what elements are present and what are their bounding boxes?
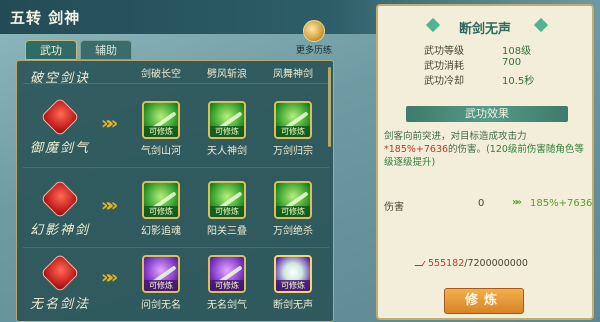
school-name: 御魔剑气 [29, 141, 90, 156]
school-row-2[interactable]: 幻影神剑 [25, 179, 95, 238]
stat-key: 武功等级 [424, 46, 464, 57]
skill-label: 凤舞神剑 [273, 69, 313, 80]
damage-current: 0 [478, 198, 485, 209]
training-cost: 555182/7200000000 [414, 258, 576, 269]
skill-icon: 可修炼 [208, 255, 246, 293]
skill-label: 剑破长空 [141, 69, 181, 80]
stat-row: 武功等级 108级 [424, 42, 554, 57]
stat-value: 108级 [502, 46, 532, 57]
skill-top-1[interactable]: 劈风斩浪 [197, 61, 257, 80]
double-chevron-icon: »» [101, 113, 118, 134]
desc-text: 剑客向前突进，对目标造成攻击力 [384, 131, 527, 142]
trainable-tag: 可修炼 [210, 280, 244, 291]
page-title: 五转 剑神 [10, 9, 81, 27]
effect-description: 剑客向前突进，对目标造成攻击力*185%+7636的伤害。(120级前伤害随角色… [384, 130, 590, 169]
trainable-tag: 可修炼 [276, 280, 310, 291]
skill-label: 万剑绝杀 [273, 226, 313, 237]
skill-icon: 可修炼 [142, 101, 180, 139]
trainable-tag: 可修炼 [144, 206, 178, 217]
school-row-3[interactable]: 无名剑法 [25, 253, 95, 312]
skill-slot[interactable]: 可修炼 问剑无名 [131, 255, 191, 311]
school-name: 无名剑法 [29, 297, 90, 312]
trainable-tag: 可修炼 [210, 206, 244, 217]
skill-icon: 可修炼 [208, 181, 246, 219]
double-chevron-icon: »» [512, 197, 522, 208]
skill-slot[interactable]: 可修炼 万剑归宗 [263, 101, 323, 157]
stat-value: 700 [502, 57, 522, 68]
skill-top-2[interactable]: 凤舞神剑 [263, 61, 323, 80]
stat-key: 武功消耗 [424, 61, 464, 72]
double-chevron-icon: »» [101, 195, 118, 216]
damage-label: 伤害 [384, 202, 404, 213]
stat-key: 武功冷却 [424, 76, 464, 87]
skill-label: 万剑归宗 [273, 146, 313, 157]
skill-slot-selected[interactable]: 可修炼 断剑无声 [263, 255, 323, 311]
divider [23, 247, 329, 248]
skill-slot[interactable]: 可修炼 幻影追魂 [131, 181, 191, 237]
skill-tree-panel[interactable]: 破空剑诀 剑破长空 劈风斩浪 凤舞神剑 御魔剑气 »» 可修炼 气剑山河 可修炼… [16, 60, 334, 322]
school-seal-icon [40, 97, 80, 137]
effect-section-header: 武功效果 [406, 106, 568, 122]
skill-label: 气剑山河 [141, 146, 181, 157]
skill-icon: 可修炼 [142, 255, 180, 293]
school-name: 幻影神剑 [29, 223, 90, 238]
more-practice-label: 更多历练 [295, 46, 332, 56]
stat-value: 10.5秒 [502, 76, 535, 87]
school-seal-icon [40, 179, 80, 219]
school-seal-icon [40, 253, 80, 293]
skill-slot[interactable]: 可修炼 天人神剑 [197, 101, 257, 157]
cost-have: 555182 [428, 258, 465, 269]
skill-slot[interactable]: 可修炼 气剑山河 [131, 101, 191, 157]
currency-icon [414, 261, 426, 266]
skill-label: 问剑无名 [141, 300, 181, 311]
skill-icon: 可修炼 [274, 181, 312, 219]
tab-auxiliary[interactable]: 辅助 [80, 40, 132, 60]
trainable-tag: 可修炼 [144, 280, 178, 291]
tab-martial-arts[interactable]: 武功 [25, 40, 77, 60]
practice-icon [303, 20, 325, 42]
skill-slot[interactable]: 可修炼 阳关三叠 [197, 181, 257, 237]
trainable-tag: 可修炼 [144, 126, 178, 137]
more-practice-button[interactable]: 更多历练 [294, 20, 334, 56]
skill-title: 断剑无声 [458, 22, 511, 37]
skill-label: 断剑无声 [273, 300, 313, 311]
skill-label: 无名剑气 [207, 300, 247, 311]
divider [23, 167, 329, 168]
train-button[interactable]: 修炼 [444, 288, 524, 314]
skill-stats: 武功等级 108级 武功消耗 700 武功冷却 10.5秒 [424, 42, 554, 87]
skill-icon: 可修炼 [208, 101, 246, 139]
scrollbar[interactable] [328, 67, 331, 147]
skill-label: 幻影追魂 [141, 226, 181, 237]
divider [23, 83, 329, 84]
skill-icon: 可修炼 [274, 101, 312, 139]
skill-icon: 可修炼 [142, 181, 180, 219]
double-chevron-icon: »» [101, 267, 118, 288]
damage-next: 185%+7636 [530, 198, 593, 209]
trainable-tag: 可修炼 [276, 206, 310, 217]
cost-need: /7200000000 [464, 258, 528, 269]
skill-top-0[interactable]: 剑破长空 [131, 61, 191, 80]
desc-highlight: *185%+7636 [384, 144, 449, 155]
skill-label: 阳关三叠 [207, 226, 247, 237]
trainable-tag: 可修炼 [210, 126, 244, 137]
skill-slot[interactable]: 可修炼 无名剑气 [197, 255, 257, 311]
skill-label: 劈风斩浪 [207, 69, 247, 80]
stat-row: 武功冷却 10.5秒 [424, 72, 554, 87]
trainable-tag: 可修炼 [276, 126, 310, 137]
skill-detail-panel: 断剑无声 武功等级 108级 武功消耗 700 武功冷却 10.5秒 武功效果 … [376, 4, 594, 320]
skill-label: 天人神剑 [207, 146, 247, 157]
skill-icon: 可修炼 [274, 255, 312, 293]
school-row-1[interactable]: 御魔剑气 [25, 97, 95, 156]
desc-text: 的伤害。 [448, 144, 487, 155]
stat-row: 武功消耗 700 [424, 57, 554, 72]
skill-slot[interactable]: 可修炼 万剑绝杀 [263, 181, 323, 237]
